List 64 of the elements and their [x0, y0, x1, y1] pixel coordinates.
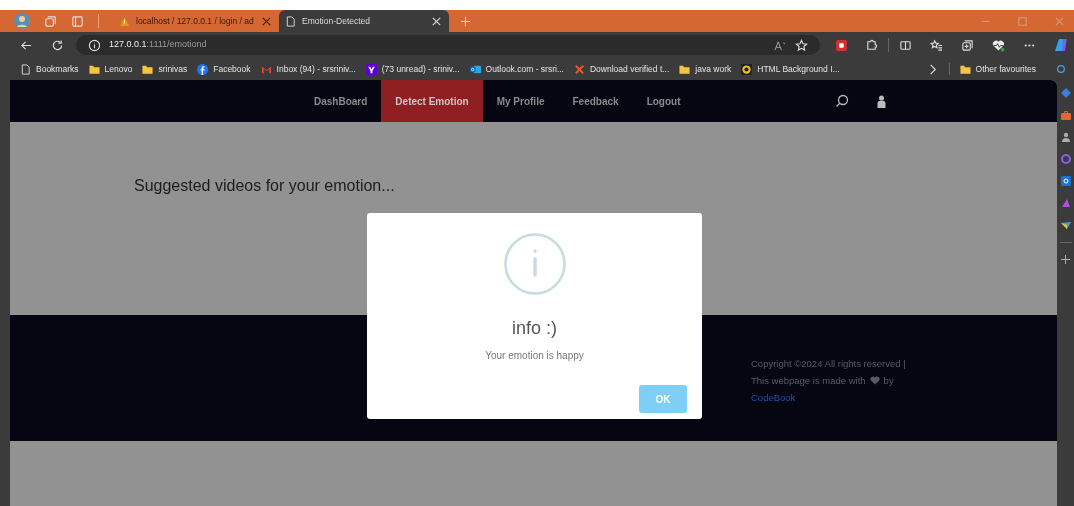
bookmark-item[interactable]: Other favourites	[959, 62, 1036, 76]
record-icon[interactable]	[836, 39, 848, 51]
favorite-star-icon[interactable]	[795, 38, 809, 52]
nav-link[interactable]: My Profile	[482, 80, 559, 122]
made-with-text: This webpage is made with	[751, 374, 866, 388]
add-icon[interactable]	[1061, 255, 1070, 264]
warning-icon	[119, 15, 130, 27]
modal-title: info :)	[512, 317, 557, 340]
bookmark-item[interactable]: HTML Background I...	[741, 62, 840, 76]
bookmark-item[interactable]: Outlook.com - srsri...	[469, 62, 564, 76]
tab-title: Emotion-Detected	[302, 14, 372, 28]
info-icon[interactable]	[88, 38, 101, 52]
heart-pulse-icon[interactable]	[992, 38, 1006, 52]
new-tab-icon[interactable]	[459, 14, 472, 28]
cross-icon	[573, 63, 585, 75]
user-icon[interactable]	[876, 94, 886, 108]
briefcase-icon[interactable]	[1060, 110, 1071, 120]
bookmark-item[interactable]: java work	[679, 62, 732, 76]
modal-message: Your emotion is happy	[485, 349, 584, 363]
facebook-icon	[197, 63, 209, 75]
person-icon[interactable]	[1060, 132, 1071, 142]
send-icon[interactable]	[1060, 220, 1071, 230]
bookmark-item[interactable]: Download verified t...	[573, 62, 670, 76]
sidebar-app-icon[interactable]	[1060, 154, 1071, 164]
target-icon	[741, 63, 753, 75]
bookmark-item[interactable]: Facebook	[197, 62, 251, 76]
refresh-icon[interactable]	[51, 38, 64, 52]
nav-link[interactable]: Feedback	[558, 80, 633, 122]
bookmark-item[interactable]: Inbox (94) - srsriniv...	[260, 62, 356, 76]
bookmark-item[interactable]: Lenovo	[88, 62, 133, 76]
folder-icon	[88, 63, 100, 75]
section-heading: Suggested videos for your emotion...	[134, 176, 396, 196]
sidebar-app-icon[interactable]	[1060, 88, 1071, 98]
outlook-icon[interactable]	[1060, 176, 1071, 186]
profile-avatar-icon[interactable]	[14, 13, 30, 29]
url-text: 127.0.0.1:1111/emotiond	[109, 38, 207, 52]
yahoo-icon	[365, 63, 377, 75]
bookmark-item[interactable]: Bookmarks	[20, 62, 79, 76]
browser-tab[interactable]: Emotion-Detected	[279, 10, 449, 32]
read-aloud-icon[interactable]	[774, 39, 788, 51]
address-bar[interactable]: 127.0.0.1:1111/emotiond	[76, 35, 821, 55]
page-icon	[20, 63, 31, 75]
collections-icon[interactable]	[961, 38, 975, 52]
browser-tab[interactable]: localhost / 127.0.0.1 / login / ad	[113, 10, 279, 32]
nav-link[interactable]: Logout	[632, 80, 695, 122]
tab-title: localhost / 127.0.0.1 / login / ad	[136, 14, 254, 28]
page-icon	[285, 15, 296, 27]
nav-link[interactable]: Detect Emotion	[381, 80, 483, 122]
nav-link[interactable]: DashBoard	[300, 80, 382, 122]
bookmark-item[interactable]: (73 unread) - sriniv...	[365, 62, 460, 76]
split-screen-icon[interactable]	[899, 38, 913, 52]
folder-icon	[679, 63, 691, 75]
favorites-list-icon[interactable]	[930, 38, 944, 52]
folder-icon	[142, 63, 154, 75]
copyright-text: Copyright ©2024 All rights reserved |	[751, 357, 907, 371]
made-with-text: by	[883, 374, 894, 388]
folder-icon	[959, 63, 971, 75]
sidebar-app-icon[interactable]	[1060, 198, 1071, 208]
bookmark-item[interactable]: srinivas	[142, 62, 188, 76]
info-icon	[503, 233, 566, 295]
extensions-icon[interactable]	[865, 38, 879, 52]
copilot-icon[interactable]	[1054, 38, 1068, 52]
heart-icon	[869, 376, 880, 385]
outlook-icon	[469, 63, 481, 75]
